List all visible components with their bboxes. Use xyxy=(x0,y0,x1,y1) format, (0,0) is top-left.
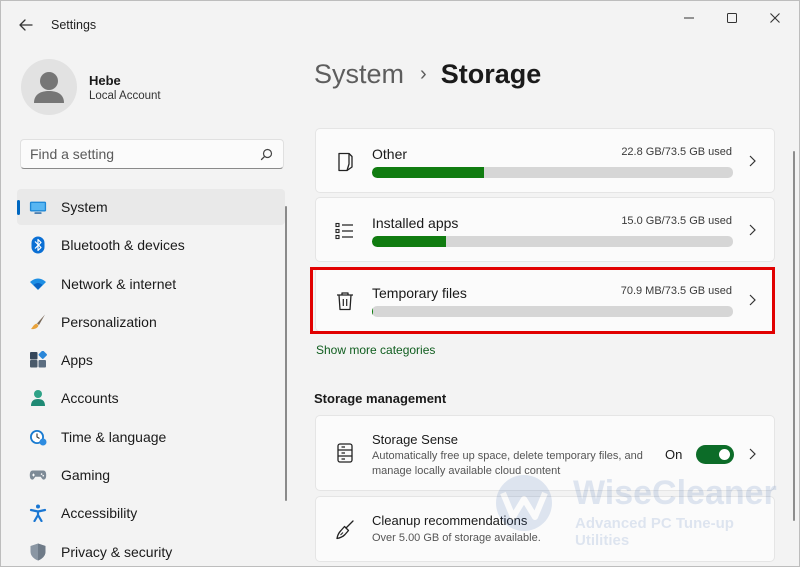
sidebar-item-gaming[interactable]: Gaming xyxy=(17,457,285,493)
sidebar-item-label: System xyxy=(61,199,108,215)
trash-icon xyxy=(337,292,353,311)
category-usage: 22.8 GB/73.5 GB used xyxy=(621,146,732,158)
usage-bar xyxy=(372,167,733,178)
gamepad-icon xyxy=(29,466,47,484)
sidebar-scrollbar[interactable] xyxy=(285,206,287,501)
search-input[interactable] xyxy=(30,146,250,162)
broom-icon xyxy=(336,520,354,540)
sidebar-item-network[interactable]: Network & internet xyxy=(17,266,285,302)
sidebar-nav: System Bluetooth & devices Network & int… xyxy=(17,189,285,566)
cleanup-recommendations-card[interactable]: Cleanup recommendations Over 5.00 GB of … xyxy=(315,496,775,562)
sidebar-item-personalization[interactable]: Personalization xyxy=(17,304,285,340)
sidebar-item-label: Accounts xyxy=(61,390,119,407)
settings-window: Settings Hebe Local Account Find a setti… xyxy=(0,0,800,567)
account-type: Local Account xyxy=(89,90,161,102)
sidebar-item-label: Personalization xyxy=(61,313,157,330)
sidebar-item-apps[interactable]: Apps xyxy=(17,342,285,378)
usage-bar xyxy=(372,236,733,247)
sidebar-item-privacy[interactable]: Privacy & security xyxy=(17,534,285,566)
show-more-categories-link[interactable]: Show more categories xyxy=(316,343,435,357)
usage-bar-fill xyxy=(372,306,373,317)
title-bar: Settings xyxy=(1,1,799,49)
sidebar-item-label: Apps xyxy=(61,352,93,369)
monitor-icon xyxy=(29,198,47,216)
bluetooth-icon xyxy=(29,236,47,254)
category-usage: 15.0 GB/73.5 GB used xyxy=(621,215,732,227)
list-icon xyxy=(335,222,353,240)
apps-icon xyxy=(29,351,47,369)
sidebar-item-label: Network & internet xyxy=(61,275,177,292)
usage-bar-fill xyxy=(372,167,484,178)
category-usage: 70.9 MB/73.5 GB used xyxy=(620,285,732,297)
storage-category-temporary-files[interactable]: Temporary files 70.9 MB/73.5 GB used xyxy=(315,267,775,332)
category-label: Installed apps xyxy=(372,215,459,231)
wifi-icon xyxy=(29,275,47,293)
avatar[interactable] xyxy=(21,59,77,115)
search-icon[interactable] xyxy=(260,148,273,161)
storage-sense-toggle[interactable] xyxy=(696,445,734,464)
user-name: Hebe xyxy=(89,73,121,88)
chevron-right-icon xyxy=(749,224,756,236)
toggle-knob xyxy=(719,449,730,460)
storage-category-other[interactable]: Other 22.8 GB/73.5 GB used xyxy=(315,128,775,193)
breadcrumb: System › Storage xyxy=(314,59,541,90)
chevron-right-icon xyxy=(749,294,756,306)
clock-globe-icon xyxy=(29,428,47,446)
usage-bar-fill xyxy=(372,236,446,247)
usage-bar xyxy=(372,306,733,317)
storage-sense-title: Storage Sense xyxy=(372,432,459,447)
sidebar-item-label: Privacy & security xyxy=(61,543,173,560)
minimize-icon[interactable] xyxy=(669,7,709,29)
close-icon[interactable] xyxy=(755,7,795,29)
maximize-icon[interactable] xyxy=(712,7,752,29)
person-icon xyxy=(34,72,64,103)
back-arrow-icon[interactable] xyxy=(15,15,37,35)
page-title: Storage xyxy=(440,59,542,89)
sidebar-item-time-language[interactable]: Time & language xyxy=(17,419,285,455)
accessibility-icon xyxy=(29,504,47,523)
storage-sense-card[interactable]: Storage Sense Automatically free up spac… xyxy=(315,415,775,491)
sidebar-item-accounts[interactable]: Accounts xyxy=(17,380,285,416)
chevron-right-icon xyxy=(749,155,756,167)
cleanup-description: Over 5.00 GB of storage available. xyxy=(372,532,541,544)
sidebar-item-label: Gaming xyxy=(61,467,111,484)
document-icon xyxy=(338,152,353,172)
toggle-state-label: On xyxy=(665,447,683,462)
sidebar-item-accessibility[interactable]: Accessibility xyxy=(17,495,285,531)
shield-icon xyxy=(29,543,47,561)
sidebar-item-label: Time & language xyxy=(61,428,167,445)
app-title: Settings xyxy=(51,18,97,32)
brush-icon xyxy=(29,313,47,331)
sidebar-item-bluetooth[interactable]: Bluetooth & devices xyxy=(17,227,285,263)
breadcrumb-parent[interactable]: System xyxy=(314,59,404,90)
main-scrollbar[interactable] xyxy=(793,151,795,521)
category-label: Other xyxy=(372,146,408,162)
search-box[interactable] xyxy=(20,139,284,169)
sidebar-item-system[interactable]: System xyxy=(17,189,285,225)
sidebar-item-label: Accessibility xyxy=(61,505,138,522)
chevron-right-icon xyxy=(749,448,756,460)
cleanup-title: Cleanup recommendations xyxy=(372,513,528,528)
drive-icon xyxy=(337,443,353,463)
breadcrumb-separator: › xyxy=(420,63,427,85)
storage-sense-description: Automatically free up space, delete temp… xyxy=(372,450,643,477)
storage-category-installed-apps[interactable]: Installed apps 15.0 GB/73.5 GB used xyxy=(315,197,775,262)
section-title: Storage management xyxy=(314,391,447,406)
sidebar-item-label: Bluetooth & devices xyxy=(61,237,185,254)
person-icon xyxy=(29,389,47,407)
category-label: Temporary files xyxy=(372,285,467,301)
